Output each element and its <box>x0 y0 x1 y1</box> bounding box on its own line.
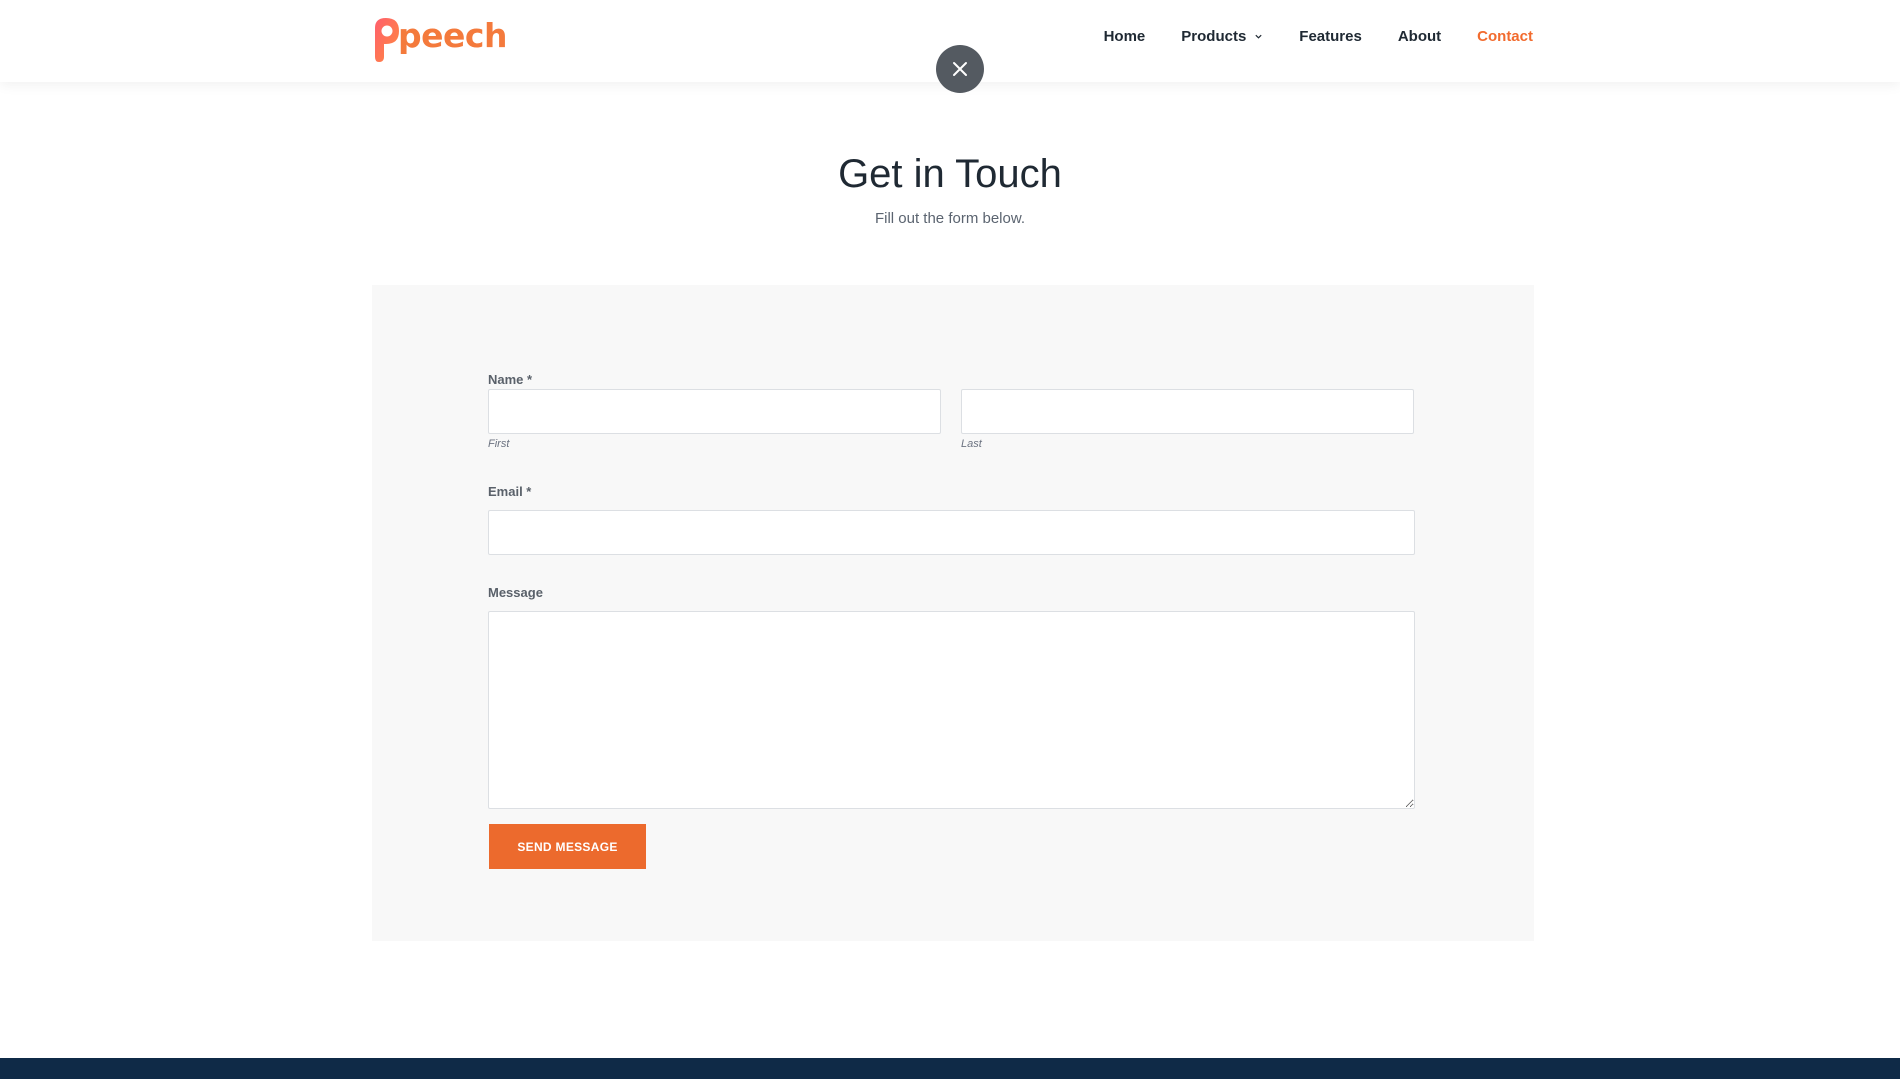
nav-features[interactable]: Features <box>1299 28 1362 45</box>
message-wrapper <box>488 611 1415 809</box>
last-name-input[interactable] <box>961 389 1414 434</box>
send-message-button[interactable]: SEND MESSAGE <box>489 824 646 869</box>
nav-home[interactable]: Home <box>1104 28 1146 45</box>
last-sublabel: Last <box>961 438 982 450</box>
close-icon <box>953 62 967 76</box>
message-textarea[interactable] <box>488 611 1415 809</box>
main-nav: Home Products Features About Contact <box>1068 28 1533 45</box>
page-subtitle: Fill out the form below. <box>874 210 1026 227</box>
close-button[interactable] <box>936 45 984 93</box>
first-name-input[interactable] <box>488 389 941 434</box>
nav-contact[interactable]: Contact <box>1477 28 1533 45</box>
nav-products-label: Products <box>1181 28 1247 45</box>
first-sublabel: First <box>488 438 510 450</box>
footer <box>0 1058 1900 1079</box>
nav-about[interactable]: About <box>1398 28 1441 45</box>
name-label: Name * <box>488 372 533 387</box>
page-title: Get in Touch <box>838 152 1062 196</box>
nav-products[interactable]: Products <box>1181 28 1263 45</box>
email-label: Email * <box>488 484 532 499</box>
logo-text: peech <box>398 16 507 55</box>
peech-logo[interactable]: peech <box>372 14 507 64</box>
chevron-down-icon <box>1255 34 1262 39</box>
contact-form: Name * First Last Email * Message SEND M… <box>372 285 1534 941</box>
message-label: Message <box>488 585 543 600</box>
email-input[interactable] <box>488 510 1415 555</box>
